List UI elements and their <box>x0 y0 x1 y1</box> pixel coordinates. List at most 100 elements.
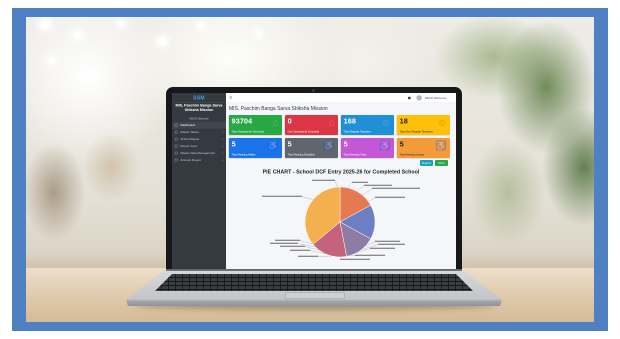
school-icon: ⌂ <box>273 116 279 128</box>
bokeh-light <box>256 31 261 36</box>
pie-label <box>363 184 392 186</box>
sidebar-item-report-card[interactable]: Report Card ‹ <box>172 143 226 150</box>
pie-leader-line <box>347 182 353 189</box>
stat-card-hearing-1[interactable]: 5 Total Hearing Walks ♿ <box>228 137 282 158</box>
webcam-icon <box>312 89 315 92</box>
bokeh-light <box>40 19 50 29</box>
sidebar-title: MIS, Paschim Banga Sarva Shiksha Mission <box>175 103 223 112</box>
sidebar-item-label: School Report <box>180 137 200 141</box>
hamburger-menu-icon[interactable]: ≡ <box>229 95 232 101</box>
print-button[interactable]: Print <box>434 159 448 166</box>
accessibility-icon: ♿ <box>323 140 335 151</box>
pie-leader-line <box>301 196 314 200</box>
chevron-left-icon: ‹ <box>222 158 224 162</box>
sidebar-item-label: Account Report <box>180 158 202 162</box>
circle-icon <box>174 130 178 134</box>
chart-title: PIE CHART - School DCF Entry 2025-26 for… <box>262 168 420 175</box>
chevron-left-icon: ‹ <box>222 151 224 155</box>
chevron-left-icon: ‹ <box>222 144 224 148</box>
stat-card-hearing-3[interactable]: 5 Total Hearing Visits ♿ <box>340 137 394 158</box>
dashboard-app: SSM MIS, Paschim Banga Sarva Shiksha Mis… <box>172 93 456 269</box>
notification-dot-icon[interactable] <box>407 96 411 100</box>
stat-label: Non Operational School(s) <box>287 129 320 133</box>
pie-label <box>279 245 305 247</box>
pie-label <box>311 179 335 181</box>
stat-label: Total Regular Teachers <box>343 129 371 133</box>
pie-label <box>261 195 302 197</box>
stat-label: Total Hearing Visits <box>343 152 367 156</box>
circle-icon <box>174 123 178 127</box>
stat-card-regular-teachers[interactable]: 168 Total Regular Teachers ☺ <box>340 114 394 135</box>
pie-label <box>369 247 395 249</box>
pie-leader-line <box>317 255 333 257</box>
pie-chart <box>261 179 420 260</box>
pie-label <box>377 243 405 245</box>
pie-label <box>289 249 310 251</box>
pie-leader-line <box>356 185 365 192</box>
pie-label <box>269 242 298 244</box>
page-title: MIS, Paschim Banga Sarva Shiksha Mission <box>228 105 328 112</box>
laptop-screen: SSM MIS, Paschim Banga Sarva Shiksha Mis… <box>172 93 456 269</box>
circle-icon <box>174 151 178 155</box>
stat-card-non-operational-schools[interactable]: 0 Non Operational School(s) ⌂ <box>284 114 338 135</box>
pie-slices <box>304 186 376 258</box>
laptop-keyboard <box>155 274 473 291</box>
laptop-base <box>126 271 502 306</box>
pie-leader-line <box>368 197 376 202</box>
brand-logo[interactable]: SSM <box>172 93 226 103</box>
bokeh-light <box>158 37 167 46</box>
chevron-left-icon: ‹ <box>222 130 224 134</box>
bokeh-light <box>92 73 97 78</box>
circle-icon <box>174 137 178 141</box>
top-navbar: ≡ ABCD Welcome <box>225 93 456 103</box>
circle-icon <box>174 144 178 148</box>
pie-label <box>374 196 405 198</box>
avatar[interactable] <box>415 94 423 101</box>
pie-label <box>297 255 318 257</box>
pie-label <box>354 254 385 256</box>
pie-label <box>371 187 420 189</box>
stat-label: Total Hearing Disability <box>287 152 315 156</box>
sidebar-item-label: Report Card <box>180 144 197 148</box>
pie-label <box>374 240 400 242</box>
pie-label <box>339 258 370 260</box>
sidebar-item-label: Master Tables <box>180 130 199 134</box>
sidebar-item-label: Master Data Management <box>180 151 216 155</box>
bokeh-light <box>74 31 82 39</box>
bokeh-light <box>118 21 124 27</box>
accessibility-icon: ♿ <box>267 140 279 151</box>
stat-card-non-regular-teachers[interactable]: 18 Total Non Regular Teachers ☺ <box>396 114 450 135</box>
stat-card-hearing-4[interactable]: 5 Total Hearing Library ♿ <box>396 137 450 158</box>
promo-image: SSM MIS, Paschim Banga Sarva Shiksha Mis… <box>0 0 620 339</box>
sidebar: SSM MIS, Paschim Banga Sarva Shiksha Mis… <box>172 93 226 269</box>
sidebar-item-school-report[interactable]: School Report ‹ <box>172 136 226 143</box>
stat-label: Total Hearing Library <box>399 152 425 156</box>
sidebar-item-master-data-management[interactable]: Master Data Management ‹ <box>172 150 226 157</box>
chevron-left-icon: ‹ <box>222 137 224 141</box>
stat-label: Total Non Regular Teachers <box>399 129 433 133</box>
stat-label: Total Operational School(s) <box>231 129 264 133</box>
sidebar-item-dashboard[interactable]: Dashboard <box>172 121 226 129</box>
pie-label <box>274 239 300 241</box>
bokeh-light <box>198 23 204 29</box>
stat-card-hearing-2[interactable]: 5 Total Hearing Disability ♿ <box>284 137 338 158</box>
accessibility-icon: ♿ <box>435 140 447 151</box>
export-button[interactable]: Export <box>419 159 433 166</box>
pie-label <box>351 181 368 183</box>
pie-leader-line <box>334 180 338 188</box>
school-icon: ⌂ <box>329 116 335 128</box>
teacher-icon: ☺ <box>381 116 391 128</box>
main-content: ≡ ABCD Welcome MIS, Paschim Banga Sarva … <box>225 93 456 269</box>
sidebar-menu: Dashboard Master Tables ‹ School Report … <box>172 121 226 164</box>
sidebar-item-account-report[interactable]: Account Report ‹ <box>172 157 226 164</box>
sidebar-user[interactable]: ABCD Welcome <box>172 117 226 120</box>
stat-card-operational-schools[interactable]: 93704 Total Operational School(s) ⌂ <box>228 114 282 135</box>
sidebar-item-master-tables[interactable]: Master Tables ‹ <box>172 129 226 136</box>
circle-icon <box>174 158 178 162</box>
sidebar-item-label: Dashboard <box>180 123 196 127</box>
navbar-user-label[interactable]: ABCD Welcome <box>425 96 447 99</box>
accessibility-icon: ♿ <box>379 140 391 151</box>
teacher-icon: ☺ <box>437 116 447 128</box>
stat-label: Total Hearing Walks <box>231 152 256 156</box>
laptop-trackpad <box>285 292 345 299</box>
